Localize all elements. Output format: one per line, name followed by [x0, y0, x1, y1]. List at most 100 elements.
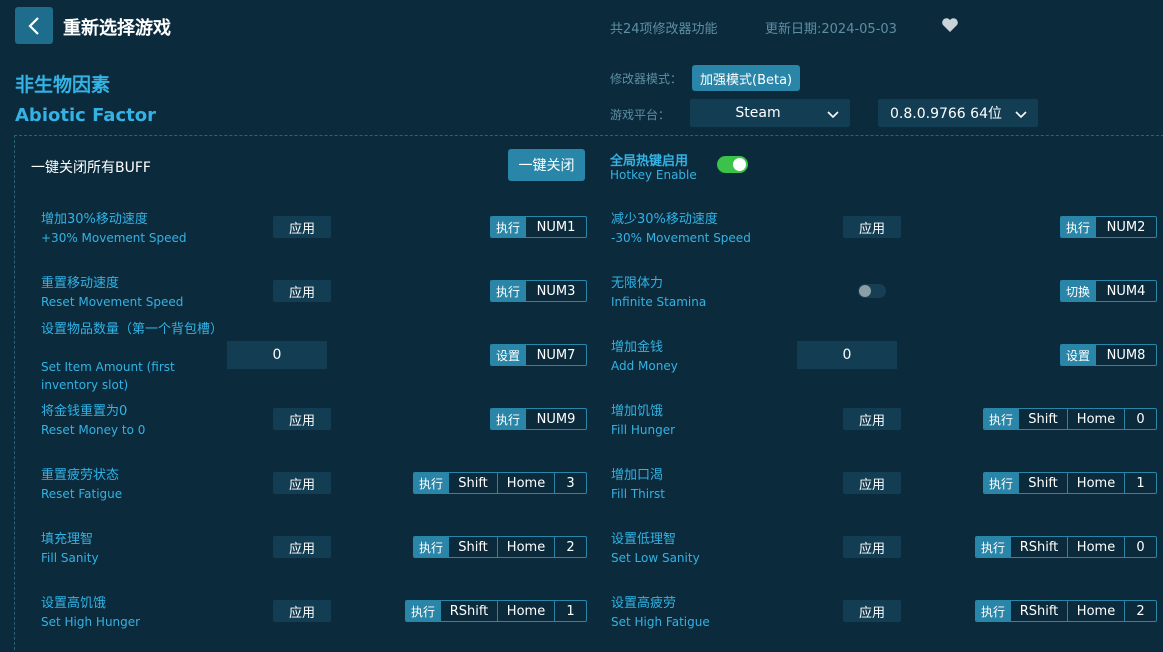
hotkey-key: NUM1	[525, 217, 586, 237]
hotkey-key: 3	[554, 473, 586, 493]
feature-label-en: Set Item Amount (first inventory slot)	[41, 360, 175, 392]
hotkey-binding[interactable]: 执行 Shift Home 1	[983, 472, 1157, 494]
hotkey-action-tag: 执行	[491, 217, 525, 237]
hotkey-key: Home	[1067, 473, 1124, 493]
hotkey-action-tag: 执行	[984, 473, 1018, 493]
hotkey-key: Shift	[1018, 409, 1067, 429]
toggle-knob	[733, 158, 746, 171]
hotkey-binding[interactable]: 执行 RShift Home 1	[405, 600, 587, 622]
feature-label-cn: 增加口渴	[611, 468, 664, 483]
close-all-buff-label: 一键关闭所有BUFF	[31, 160, 151, 176]
hotkey-key: RShift	[1010, 601, 1067, 621]
apply-button[interactable]: 应用	[273, 472, 331, 494]
apply-button[interactable]: 应用	[273, 408, 331, 430]
hotkey-action-tag: 执行	[414, 537, 448, 557]
apply-button[interactable]: 应用	[843, 216, 901, 238]
hotkey-binding[interactable]: 执行 NUM3	[490, 280, 587, 302]
add-money-input[interactable]: 0	[797, 341, 897, 369]
mode-badge[interactable]: 加强模式(Beta)	[692, 65, 801, 91]
feature-label-cn: 设置物品数量（第一个背包槽）	[41, 322, 224, 337]
hotkey-action-tag: 设置	[1061, 345, 1095, 365]
hotkey-key: NUM4	[1095, 281, 1156, 301]
hotkey-key: 0	[1124, 409, 1156, 429]
item-amount-input[interactable]: 0	[227, 341, 327, 369]
hotkey-binding[interactable]: 设置 NUM8	[1060, 344, 1157, 366]
feature-label-en: Set High Fatigue	[611, 615, 710, 629]
hotkey-binding[interactable]: 切换 NUM4	[1060, 280, 1157, 302]
game-name-cn: 非生物因素	[15, 74, 111, 96]
apply-button[interactable]: 应用	[843, 408, 901, 430]
apply-button[interactable]: 应用	[273, 280, 331, 302]
chevron-down-icon	[827, 111, 839, 119]
infinite-stamina-toggle[interactable]	[858, 284, 886, 298]
hotkey-key: NUM7	[525, 345, 586, 365]
page-title: 重新选择游戏	[63, 18, 171, 39]
version-select[interactable]: 0.8.0.9766 64位	[878, 99, 1038, 127]
hotkey-action-tag: 执行	[406, 601, 440, 621]
hotkey-key: 2	[554, 537, 586, 557]
update-date: 更新日期:2024-05-03	[765, 22, 897, 37]
feature-label-cn: 重置移动速度	[41, 276, 120, 291]
hotkey-action-tag: 执行	[984, 409, 1018, 429]
hotkey-binding[interactable]: 设置 NUM7	[490, 344, 587, 366]
feature-label-cn: 设置高疲劳	[611, 596, 677, 611]
feature-label-en: Reset Movement Speed	[41, 295, 184, 309]
hotkey-key: Home	[497, 473, 554, 493]
hotkey-key: Shift	[1018, 473, 1067, 493]
feature-label-en: Set High Hunger	[41, 615, 141, 629]
hotkey-enable-label-en: Hotkey Enable	[610, 168, 697, 182]
hotkey-binding[interactable]: 执行 NUM2	[1060, 216, 1157, 238]
chevron-down-icon	[1015, 111, 1027, 119]
hotkey-enable-toggle[interactable]	[717, 156, 748, 173]
hotkey-key: NUM9	[525, 409, 586, 429]
hotkey-enable-label-cn: 全局热键启用	[610, 154, 689, 169]
hotkey-key: Home	[1067, 409, 1124, 429]
apply-button[interactable]: 应用	[273, 600, 331, 622]
hotkey-key: NUM8	[1095, 345, 1156, 365]
mode-label: 修改器模式：	[610, 72, 683, 86]
version-value: 0.8.0.9766 64位	[890, 106, 1002, 122]
feature-label-en: Add Money	[611, 359, 678, 373]
feature-label-en: +30% Movement Speed	[41, 231, 187, 245]
hotkey-action-tag: 执行	[491, 281, 525, 301]
hotkey-key: Home	[497, 601, 554, 621]
feature-label-cn: 增加30%移动速度	[41, 212, 148, 227]
hotkey-binding[interactable]: 执行 NUM1	[490, 216, 587, 238]
apply-button[interactable]: 应用	[273, 216, 331, 238]
hotkey-binding[interactable]: 执行 NUM9	[490, 408, 587, 430]
hotkey-key: NUM3	[525, 281, 586, 301]
feature-label-en: Infinite Stamina	[611, 295, 707, 309]
hotkey-key: 1	[1124, 473, 1156, 493]
hotkey-key: RShift	[1010, 537, 1067, 557]
hotkey-key: Shift	[448, 473, 497, 493]
apply-button[interactable]: 应用	[843, 600, 901, 622]
game-name-en: Abiotic Factor	[15, 105, 156, 126]
hotkey-key: Home	[497, 537, 554, 557]
platform-label: 游戏平台：	[610, 108, 671, 122]
hotkey-binding[interactable]: 执行 Shift Home 0	[983, 408, 1157, 430]
feature-label-cn: 设置低理智	[611, 532, 677, 547]
back-button[interactable]	[15, 7, 53, 44]
heart-icon[interactable]	[941, 17, 959, 33]
feature-label-en: Reset Fatigue	[41, 487, 123, 501]
toggle-knob	[859, 285, 871, 297]
feature-label-cn: 增加金钱	[611, 340, 664, 355]
apply-button[interactable]: 应用	[273, 536, 331, 558]
hotkey-binding[interactable]: 执行 Shift Home 3	[413, 472, 587, 494]
feature-label-cn: 无限体力	[611, 276, 664, 291]
hotkey-action-tag: 设置	[491, 345, 525, 365]
hotkey-binding[interactable]: 执行 RShift Home 2	[975, 600, 1157, 622]
hotkey-key: 0	[1124, 537, 1156, 557]
hotkey-binding[interactable]: 执行 Shift Home 2	[413, 536, 587, 558]
apply-button[interactable]: 应用	[843, 472, 901, 494]
hotkey-key: 2	[1124, 601, 1156, 621]
hotkey-binding[interactable]: 执行 RShift Home 0	[975, 536, 1157, 558]
platform-value: Steam	[735, 105, 781, 121]
apply-button[interactable]: 应用	[843, 536, 901, 558]
close-all-button[interactable]: 一键关闭	[508, 149, 585, 181]
hotkey-action-tag: 切换	[1061, 281, 1095, 301]
platform-select[interactable]: Steam	[690, 99, 850, 127]
hotkey-key: 1	[554, 601, 586, 621]
feature-label-en: Fill Thirst	[611, 487, 666, 501]
feature-label-en: Set Low Sanity	[611, 551, 700, 565]
